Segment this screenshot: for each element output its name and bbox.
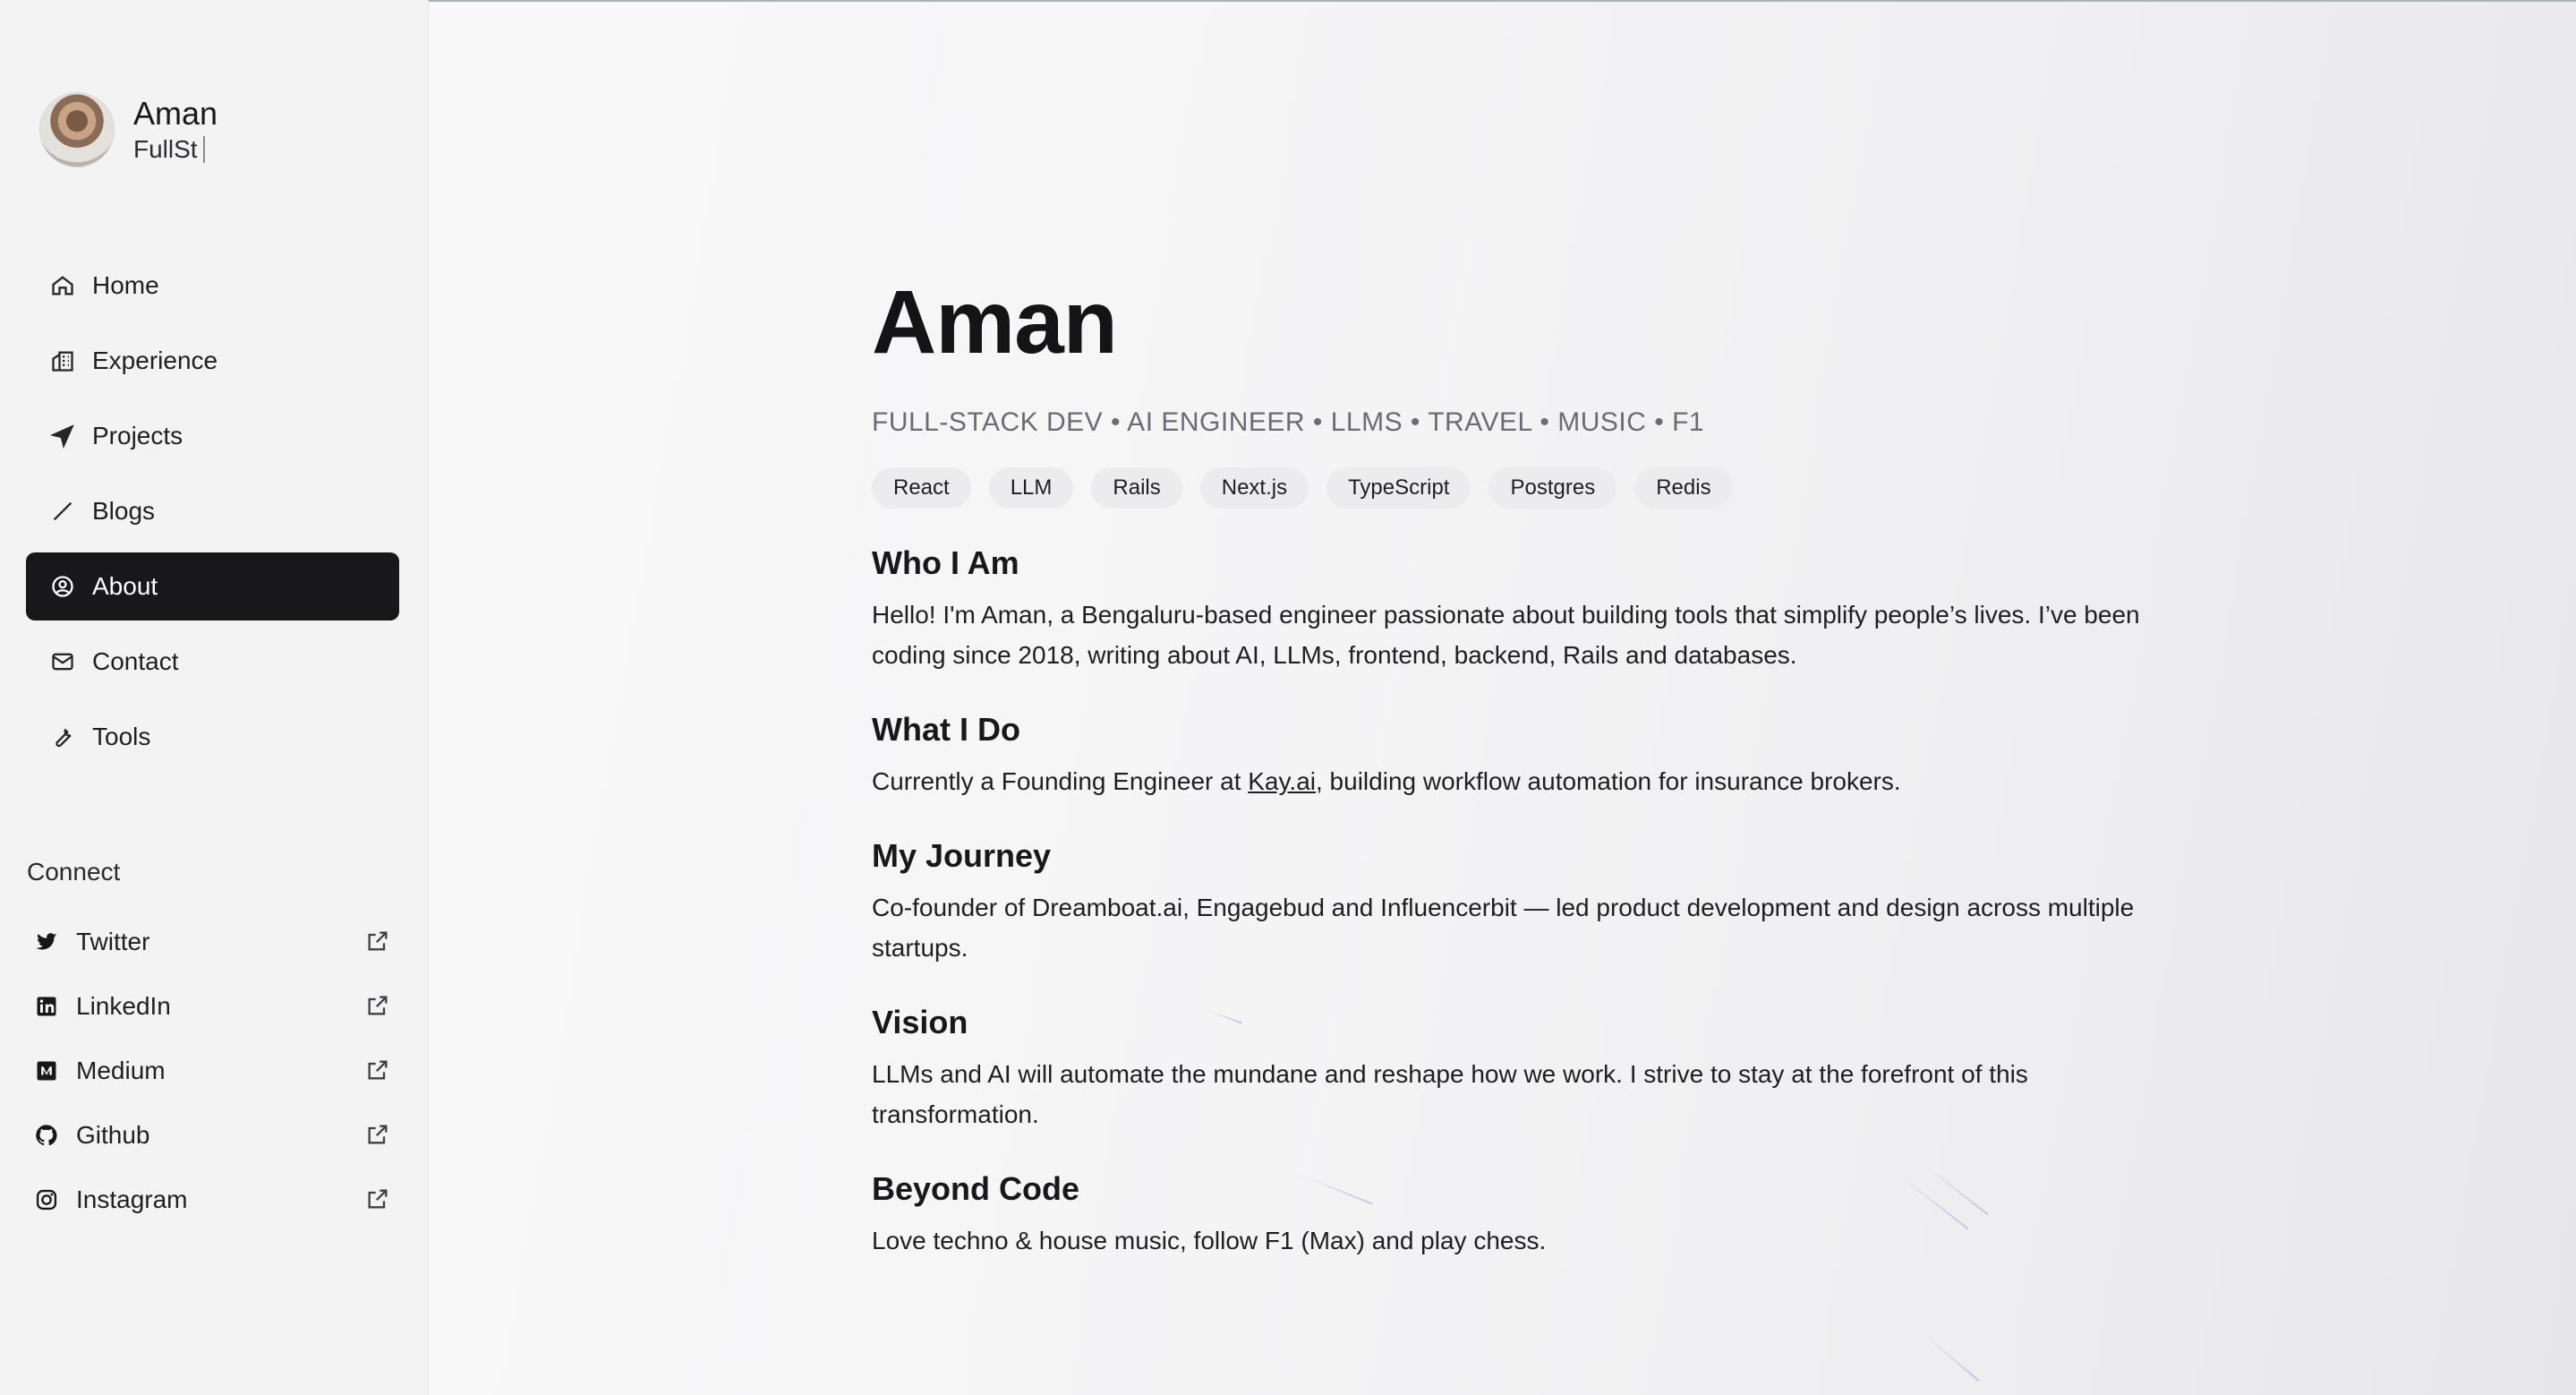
mail-icon [49,648,76,675]
section-what-i-do: What I Do Currently a Founding Engineer … [872,709,2143,801]
connect-item-github[interactable]: Github [26,1103,399,1168]
sidebar-item-about[interactable]: About [26,552,399,620]
sidebar-item-projects[interactable]: Projects [26,402,399,470]
main-content: Aman FULL-STACK DEV • AI ENGINEER • LLMS… [872,269,2143,1261]
sidebar-nav: Home Experience Projects Blogs About Con… [26,252,399,778]
section-text: Hello! I'm Aman, a Bengaluru-based engin… [872,601,2140,669]
section-text: LLMs and AI will automate the mundane an… [872,1060,2028,1128]
connect-item-instagram[interactable]: Instagram [26,1168,399,1232]
building-icon [49,347,76,374]
connect-item-label: LinkedIn [76,992,171,1020]
section-vision: Vision LLMs and AI will automate the mun… [872,1002,2143,1134]
tagline: FULL-STACK DEV • AI ENGINEER • LLMS • TR… [872,407,1705,437]
connect-item-linkedin[interactable]: LinkedIn [26,974,399,1039]
linkedin-icon [33,993,60,1020]
wrench-icon [49,723,76,750]
github-icon [33,1122,60,1149]
section-heading: My Journey [872,837,1052,874]
send-icon [49,423,76,449]
skill-chip: Postgres [1488,467,1617,509]
connect-item-label: Twitter [76,928,150,955]
connect-item-label: Instagram [76,1185,188,1213]
section-who-i-am: Who I Am Hello! I'm Aman, a Bengaluru-ba… [872,543,2143,675]
connect-item-twitter[interactable]: Twitter [26,910,399,974]
profile-text: Aman FullSt [133,94,218,166]
profile-role-text: FullSt [133,135,198,163]
profile: Aman FullSt [40,93,218,167]
section-heading: Beyond Code [872,1170,1080,1207]
background-streak [1923,1334,1980,1382]
connect-heading: Connect [27,858,121,886]
sidebar-item-label: About [92,572,158,600]
home-icon [49,272,76,299]
pen-icon [49,498,76,525]
skill-chip: Redis [1634,467,1733,509]
sidebar-item-tools[interactable]: Tools [26,703,399,771]
connect-item-label: Medium [76,1057,166,1084]
sidebar-item-label: Blogs [92,497,156,525]
medium-icon [33,1057,60,1084]
sidebar-item-blogs[interactable]: Blogs [26,477,399,545]
section-text: Co-founder of Dreamboat.ai, Engagebud an… [872,894,2135,962]
instagram-icon [33,1186,60,1213]
sidebar-item-contact[interactable]: Contact [26,628,399,696]
skill-chip: LLM [988,467,1074,509]
skill-chips: React LLM Rails Next.js TypeScript Postg… [872,467,2143,509]
skill-chip: Next.js [1199,467,1309,509]
typing-cursor [202,136,205,163]
section-text-after: , building workflow automation for insur… [1316,767,1901,795]
section-heading: Who I Am [872,544,1019,581]
section-beyond-code: Beyond Code Love techno & house music, f… [872,1168,2143,1261]
external-link-icon [365,929,392,955]
user-circle-icon [49,573,76,600]
profile-role: FullSt [133,133,218,166]
connect-list: Twitter LinkedIn Medium Github Instagram [26,910,399,1232]
twitter-icon [33,929,60,955]
connect-item-label: Github [76,1121,150,1149]
skill-chip: TypeScript [1326,467,1471,509]
sidebar-item-label: Home [92,271,159,299]
sidebar-item-experience[interactable]: Experience [26,327,399,395]
sidebar-item-home[interactable]: Home [26,252,399,320]
connect-item-medium[interactable]: Medium [26,1039,399,1103]
section-heading: Vision [872,1004,968,1040]
section-text: Love techno & house music, follow F1 (Ma… [872,1227,1547,1254]
external-link-icon [365,1186,392,1213]
sidebar-item-label: Projects [92,422,183,449]
skill-chip: Rails [1091,467,1182,509]
avatar [40,93,114,167]
section-heading: What I Do [872,711,1020,748]
section-my-journey: My Journey Co-founder of Dreamboat.ai, E… [872,835,2143,968]
sidebar: Aman FullSt Home Experience Projects Blo… [0,0,429,1395]
section-text-before: Currently a Founding Engineer at [872,767,1249,795]
external-link-icon [365,1122,392,1149]
sidebar-item-label: Contact [92,647,179,675]
page-title: Aman [872,272,1118,372]
sidebar-item-label: Experience [92,347,218,374]
sidebar-item-label: Tools [92,723,151,750]
skill-chip: React [872,467,971,509]
external-link-icon [365,993,392,1020]
section-text: Currently a Founding Engineer at Kay.ai,… [872,761,2143,801]
kay-ai-link[interactable]: Kay.ai [1248,767,1316,795]
profile-name: Aman [133,95,218,132]
external-link-icon [365,1057,392,1084]
